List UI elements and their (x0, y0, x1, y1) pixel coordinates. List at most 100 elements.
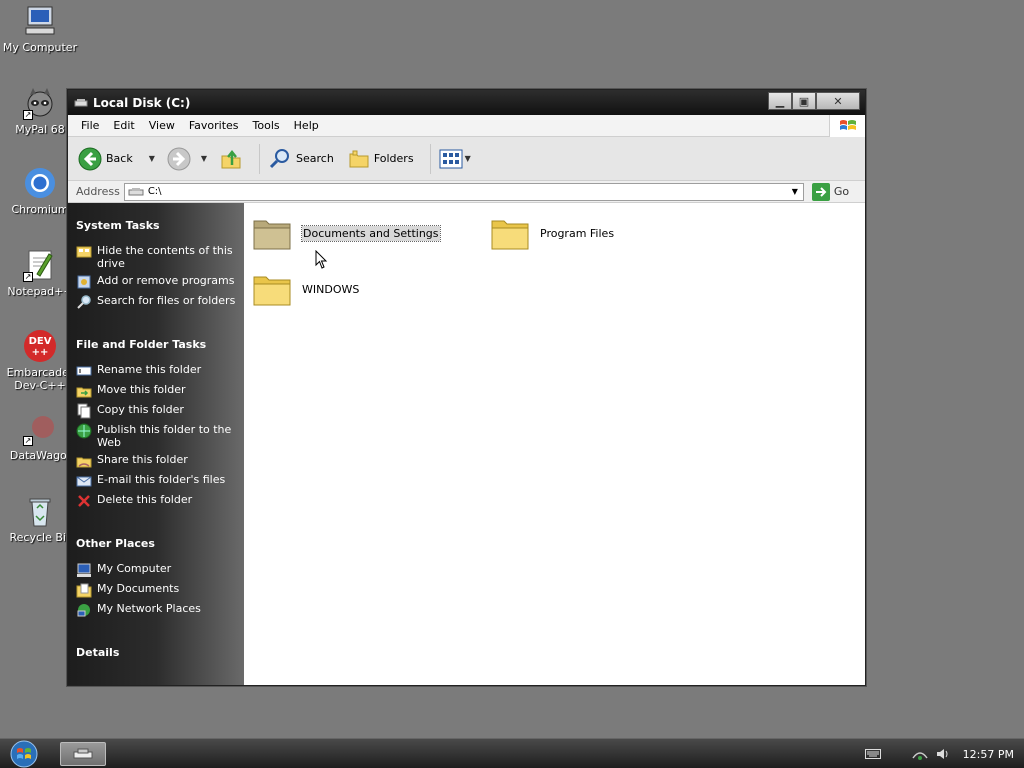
desktop-icon-label: Recycle Bir (9, 531, 71, 544)
folder-icon (253, 276, 291, 306)
search-icon (77, 295, 91, 309)
task-copy-folder[interactable]: Copy this folder (68, 401, 244, 421)
desktop-icon-label: Chromium (11, 203, 69, 216)
system-tasks-title[interactable]: System Tasks (68, 213, 244, 242)
menu-view[interactable]: View (142, 119, 182, 132)
chromium-icon (23, 166, 57, 200)
folder-label: Documents and Settings (301, 224, 441, 242)
add-remove-programs-icon (77, 275, 91, 289)
task-email-files[interactable]: E-mail this folder's files (68, 471, 244, 491)
datawago-icon: ↗ (23, 412, 57, 446)
toolbar-separator (429, 143, 431, 174)
file-folder-tasks-section: File and Folder Tasks Rename this folder… (68, 332, 244, 511)
menu-help[interactable]: Help (287, 119, 326, 132)
drive-icon (74, 98, 88, 106)
folders-icon (349, 150, 369, 167)
window-title: Local Disk (C:) (93, 95, 191, 110)
forward-history-dropdown[interactable]: ▼ (201, 154, 207, 163)
menu-tools[interactable]: Tools (246, 119, 287, 132)
forward-button[interactable] (167, 147, 191, 171)
task-rename-folder[interactable]: Rename this folder (68, 361, 244, 381)
desktop-icon-label: DataWago. (9, 449, 71, 462)
computer-icon (77, 563, 91, 577)
views-dropdown-icon: ▼ (464, 154, 471, 163)
email-icon (76, 476, 92, 487)
raccoon-browser-icon: ↗ (23, 86, 57, 120)
task-move-folder[interactable]: Move this folder (68, 381, 244, 401)
details-section: Details (68, 640, 244, 669)
minimize-icon: ▁ (775, 94, 785, 108)
title-bar[interactable]: Local Disk (C:) ▁ ▣ ✕ (68, 90, 865, 115)
shortcut-arrow-icon: ↗ (23, 272, 33, 282)
delete-x-icon (78, 495, 90, 507)
views-icon (439, 149, 463, 168)
task-share-folder[interactable]: Share this folder (68, 451, 244, 471)
go-button[interactable]: Go (811, 182, 850, 201)
rename-icon (76, 366, 92, 376)
desktop-icon-label: My Computer (2, 41, 78, 54)
move-folder-icon (76, 387, 92, 398)
address-bar: Address C:\ ▼ Go (68, 181, 865, 203)
go-arrow-icon (811, 182, 830, 201)
other-places-title[interactable]: Other Places (68, 531, 244, 560)
explorer-window: Local Disk (C:) ▁ ▣ ✕ File Edit View Fav… (67, 89, 866, 686)
folder-icon (253, 220, 291, 250)
task-search-files[interactable]: Search for files or folders (68, 292, 244, 312)
place-my-network-places[interactable]: My Network Places (68, 600, 244, 620)
menu-edit[interactable]: Edit (106, 119, 141, 132)
address-input[interactable]: C:\ ▼ (123, 182, 804, 201)
address-dropdown-button[interactable]: ▼ (787, 184, 803, 200)
desktop-icon-my-computer[interactable]: My Computer (2, 4, 78, 54)
start-button[interactable] (9, 740, 39, 768)
desktop-icon-label: MyPal 68 (15, 123, 65, 136)
folder-program-files[interactable]: Program Files (490, 215, 614, 251)
folder-windows[interactable]: WINDOWS (252, 271, 359, 307)
close-button[interactable]: ✕ (816, 92, 860, 110)
minimize-button[interactable]: ▁ (768, 92, 792, 110)
volume-icon[interactable] (935, 746, 951, 762)
maximize-button[interactable]: ▣ (792, 92, 816, 110)
system-tray: 12:57 PM (864, 739, 1014, 768)
taskbar-explorer-button[interactable] (60, 742, 106, 766)
toolbar: Back ▼ ▼ Search Folders ▼ (68, 137, 865, 181)
svg-text:DEV: DEV (29, 336, 52, 347)
task-delete-folder[interactable]: Delete this folder (68, 491, 244, 511)
task-publish-folder[interactable]: Publish this folder to the Web (68, 421, 244, 451)
details-title[interactable]: Details (68, 640, 244, 669)
file-list: Documents and Settings Program Files WIN… (244, 203, 865, 685)
mouse-cursor-icon (315, 250, 328, 269)
search-button[interactable]: Search (268, 147, 334, 171)
documents-folder-icon (76, 583, 92, 598)
views-button[interactable]: ▼ (439, 148, 471, 170)
menu-favorites[interactable]: Favorites (182, 119, 246, 132)
window-controls: ▁ ▣ ✕ (768, 92, 860, 110)
network-tray-icon[interactable] (911, 746, 929, 762)
desktop-icon-label: Notepad++ (7, 285, 73, 298)
task-hide-drive-contents[interactable]: Hide the contents of this drive (68, 242, 244, 272)
folders-button[interactable]: Folders (348, 148, 414, 170)
shortcut-arrow-icon: ↗ (23, 110, 33, 120)
back-history-dropdown[interactable]: ▼ (149, 154, 155, 163)
search-label: Search (296, 152, 334, 165)
file-folder-tasks-title[interactable]: File and Folder Tasks (68, 332, 244, 361)
hide-contents-icon (76, 246, 92, 258)
folder-documents-and-settings[interactable]: Documents and Settings (252, 215, 441, 251)
close-icon: ✕ (833, 94, 843, 108)
drive-icon (128, 187, 144, 195)
task-add-remove-programs[interactable]: Add or remove programs (68, 272, 244, 292)
place-my-documents[interactable]: My Documents (68, 580, 244, 600)
address-value: C:\ (147, 186, 162, 197)
drive-icon (73, 748, 93, 759)
menu-file[interactable]: File (74, 119, 106, 132)
place-my-computer[interactable]: My Computer (68, 560, 244, 580)
keyboard-icon[interactable] (864, 748, 881, 760)
system-tasks-section: System Tasks Hide the contents of this d… (68, 213, 244, 312)
network-icon (77, 604, 90, 617)
taskbar: 12:57 PM (0, 738, 1024, 768)
go-label: Go (833, 185, 850, 198)
back-button[interactable]: Back (78, 147, 133, 171)
back-label: Back (106, 152, 133, 165)
clock[interactable]: 12:57 PM (963, 748, 1014, 761)
other-places-section: Other Places My Computer My Documents My… (68, 531, 244, 620)
up-folder-button[interactable] (219, 147, 243, 171)
